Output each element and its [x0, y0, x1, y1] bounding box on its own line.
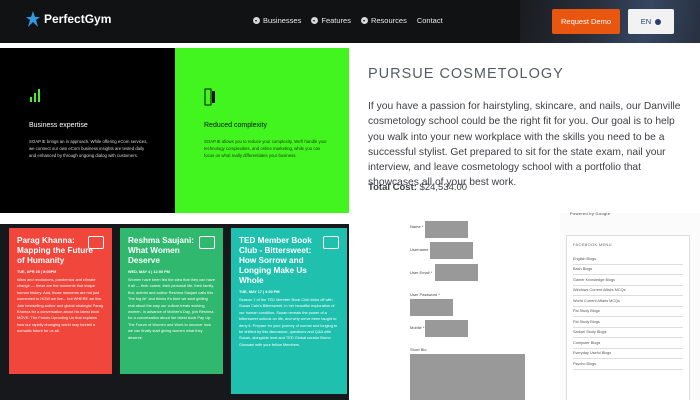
- nav-link-label: Businesses: [263, 16, 302, 25]
- menu-item[interactable]: Everyday Useful Blogs: [573, 349, 683, 359]
- menu-item-label: World Current Affairs MCQs: [573, 298, 620, 303]
- password-label: User Password *: [410, 292, 440, 297]
- nav-link-label: Contact: [416, 16, 443, 25]
- book-icon: [323, 236, 339, 249]
- menu-item[interactable]: World Current Affairs MCQs: [573, 296, 683, 307]
- event-card[interactable]: Parag Khanna: Mapping the Future of Huma…: [9, 228, 112, 374]
- menu-box: FACEBOOK MENU English Blogs Bash Blogs G…: [566, 235, 690, 400]
- request-demo-button[interactable]: Request Demo: [552, 9, 620, 34]
- menu-item[interactable]: Pal Study Blogs: [573, 317, 683, 328]
- nav-link-features[interactable]: Features: [311, 16, 351, 25]
- logo-text: PerfectGym: [44, 12, 112, 26]
- menu-item-label: Computer Blogs: [573, 340, 601, 345]
- event-title: TED Member Book Club - Bittersweet: How …: [239, 236, 312, 285]
- logo-star-icon: [26, 11, 40, 27]
- menu-item-label: Windows Current Affairs MCQs: [573, 288, 626, 293]
- nav-link-label: Resources: [370, 16, 407, 25]
- registration-form: Name * Username * User Email * User Pass…: [395, 213, 555, 400]
- username-label: Username *: [410, 247, 432, 252]
- menu-item[interactable]: English Blogs: [573, 254, 683, 265]
- bio-label: Short Bio: [410, 347, 427, 352]
- event-description: Women have been fed the idea that they c…: [128, 277, 215, 340]
- powered-by: Powered by Google: [570, 211, 611, 216]
- feature-title: Business expertise: [29, 122, 88, 129]
- mobile-field[interactable]: [425, 320, 468, 337]
- event-card[interactable]: TED Member Book Club - Bittersweet: How …: [231, 228, 347, 394]
- menu-item[interactable]: Computer Blogs: [573, 338, 683, 349]
- feature-panel-complexity: Reduced complexity SOAP.IE allows you to…: [175, 48, 349, 213]
- password-field[interactable]: [410, 299, 453, 316]
- menu-item[interactable]: Sarkari Study Blogs: [573, 328, 683, 338]
- event-title: Parag Khanna: Mapping the Future of Huma…: [17, 236, 93, 265]
- total-cost: Total Cost: $24,534.00: [368, 182, 467, 193]
- email-field[interactable]: [435, 264, 478, 281]
- chevron-down-icon: [655, 18, 662, 25]
- chat-icon: [88, 236, 104, 249]
- cosmetology-body: If you have a passion for hairstyling, s…: [368, 101, 681, 189]
- menu-item[interactable]: Gamer Knowledge Blogs: [573, 275, 683, 286]
- menu-item-label: Gamer Knowledge Blogs: [573, 277, 615, 282]
- menu-item-label: Pal Study Blogs: [573, 309, 600, 314]
- event-description: Wars and revolutions, pandemics and clim…: [17, 277, 104, 334]
- feature-text: SOAP.IE allows you to reduce your comple…: [204, 139, 327, 158]
- event-card[interactable]: Reshma Saujani: What Women Deserve WED, …: [120, 228, 223, 374]
- logo[interactable]: PerfectGym: [26, 11, 111, 27]
- menu-title: FACEBOOK MENU: [573, 242, 612, 247]
- nav-links: Businesses Features Resources Contact: [253, 16, 443, 25]
- menu-item[interactable]: Pal Study Blogs: [573, 307, 683, 317]
- event-date: TUE, MAY 17 | 4:00 PM: [239, 290, 280, 294]
- menu-item[interactable]: Windows Current Affairs MCQs: [573, 286, 683, 296]
- mobile-label: Mobile *: [410, 325, 425, 330]
- language-button[interactable]: EN: [628, 9, 674, 34]
- menu-item[interactable]: Bash Blogs: [573, 265, 683, 275]
- name-field[interactable]: [425, 221, 468, 238]
- bar-chart-icon: [30, 89, 40, 102]
- username-field[interactable]: [430, 242, 473, 259]
- menu-item-label: English Blogs: [573, 256, 597, 261]
- bio-field[interactable]: [410, 354, 525, 400]
- feature-panel-business: Business expertise SOAP.IE brings an in …: [0, 48, 175, 213]
- chevron-down-icon: [311, 17, 319, 24]
- nav-link-contact[interactable]: Contact: [417, 16, 443, 25]
- language-label: EN: [640, 17, 652, 26]
- nav-link-resources[interactable]: Resources: [360, 16, 407, 25]
- menu-item-label: Sarkari Study Blogs: [573, 330, 607, 335]
- chevron-down-icon: [360, 17, 368, 24]
- event-date: WED, MAY 4 | 12:00 PM: [128, 270, 170, 274]
- nav-link-businesses[interactable]: Businesses: [253, 16, 301, 25]
- chat-icon: [199, 236, 215, 249]
- cosmetology-title: PURSUE COSMETOLOGY: [368, 66, 564, 82]
- total-cost-value: $24,534.00: [419, 182, 468, 193]
- event-date: TUE, APR 28 | 5:00PM: [17, 270, 57, 274]
- feature-title: Reduced complexity: [204, 122, 268, 129]
- menu-item-label: Pal Study Blogs: [573, 319, 600, 324]
- event-title: Reshma Saujani: What Women Deserve: [128, 236, 194, 265]
- menu-item-label: Everyday Useful Blogs: [573, 351, 612, 356]
- nav-link-label: Features: [321, 16, 351, 25]
- total-cost-label: Total Cost:: [368, 182, 417, 193]
- chevron-down-icon: [253, 17, 260, 24]
- email-label: User Email *: [410, 270, 433, 275]
- menu-item-label: Bash Blogs: [573, 267, 593, 272]
- menu-item[interactable]: Psycho Blogs: [573, 359, 683, 370]
- name-label: Name *: [410, 224, 424, 229]
- toggle-icon: [204, 88, 215, 106]
- feature-text: SOAP.IE brings an in approach. While off…: [29, 139, 148, 158]
- sidebar-menu: Powered by Google FACEBOOK MENU English …: [560, 211, 700, 400]
- menu-list: English Blogs Bash Blogs Gamer Knowledge…: [573, 254, 683, 370]
- event-description: Season 1 of the TED Member Book Club kic…: [239, 297, 338, 347]
- menu-item-label: Psycho Blogs: [573, 361, 597, 366]
